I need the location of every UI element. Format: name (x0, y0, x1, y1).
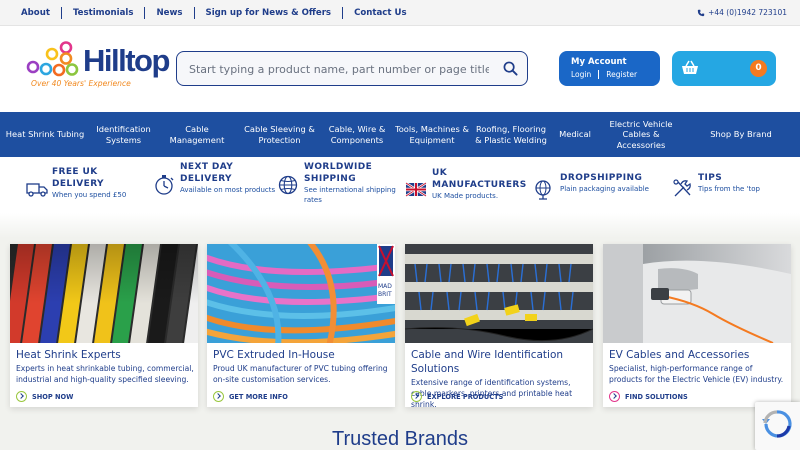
top-link-signup[interactable]: Sign up for News & Offers (195, 7, 344, 19)
arrow-circle-icon (411, 391, 422, 402)
nav-electric-vehicle[interactable]: Electric Vehicle Cables & Accessories (600, 112, 682, 157)
logo-wordmark: Hilltop (83, 43, 170, 78)
ev-charging-image (603, 244, 791, 343)
heat-shrink-image (10, 244, 198, 343)
top-link-testimonials[interactable]: Testimonials (62, 7, 146, 19)
explore-products-link[interactable]: EXPLORE PRODUCTS (411, 391, 503, 402)
logo-tagline: Over 40 Years' Experience (31, 79, 131, 88)
card-link-label: EXPLORE PRODUCTS (427, 392, 504, 401)
trusted-brands-heading: Trusted Brands (332, 428, 468, 450)
svg-text:BRIT: BRIT (378, 291, 392, 298)
basket-count-badge: 0 (750, 60, 767, 77)
delivery-truck-icon (26, 183, 48, 197)
top-bar: About Testimonials News Sign up for News… (0, 0, 800, 26)
feature-card-pvc[interactable]: MAD BRIT PVC Extruded In-House Proud UK … (207, 244, 395, 407)
pin-globe-icon (535, 180, 551, 200)
feature-card-identification[interactable]: Cable and Wire Identification Solutions … (405, 244, 593, 409)
card-description: Experts in heat shrinkable tubing, comme… (16, 364, 194, 384)
nav-roofing-flooring[interactable]: Roofing, Flooring & Plastic Welding (472, 112, 550, 157)
usp-title: NEXT DAY DELIVERY (180, 162, 234, 184)
feature-card-heat-shrink[interactable]: Heat Shrink Experts Experts in heat shri… (10, 244, 198, 407)
svg-text:MAD: MAD (378, 283, 392, 290)
basket-button[interactable]: 0 (672, 51, 776, 86)
phone-number[interactable]: +44 (0)1942 723101 (697, 8, 787, 17)
usp-next-day[interactable]: NEXT DAY DELIVERY Available on most prod… (152, 161, 278, 198)
usp-subtitle: See international shipping rates (304, 186, 396, 204)
usp-worldwide[interactable]: WORLDWIDE SHIPPING See international shi… (276, 161, 404, 205)
nav-heat-shrink-tubing[interactable]: Heat Shrink Tubing (0, 112, 90, 157)
pvc-tubing-image: MAD BRIT (207, 244, 395, 343)
usp-free-delivery[interactable]: FREE UK DELIVERY When you spend £50 (24, 166, 142, 202)
card-title: Cable and Wire Identification Solutions (411, 349, 564, 375)
nav-identification-systems[interactable]: Identification Systems (90, 112, 157, 157)
tips-tools-icon (673, 179, 691, 197)
usp-title: FREE UK DELIVERY (52, 167, 104, 189)
card-description: Proud UK manufacturer of PVC tubing offe… (213, 364, 388, 384)
card-link-label: SHOP NOW (32, 392, 74, 401)
site-logo[interactable]: Hilltop Over 40 Years' Experience (26, 41, 171, 93)
my-account-title: My Account (571, 57, 627, 67)
nav-medical[interactable]: Medical (550, 112, 600, 157)
top-link-about[interactable]: About (10, 7, 62, 19)
top-link-contact[interactable]: Contact Us (343, 7, 418, 19)
wiring-panel-image (405, 244, 593, 343)
usp-subtitle: When you spend £50 (52, 191, 127, 199)
login-link[interactable]: Login (571, 70, 598, 79)
recaptcha-icon (762, 410, 792, 438)
register-link[interactable]: Register (598, 70, 644, 79)
usp-strip: FREE UK DELIVERY When you spend £50 NEXT… (0, 157, 800, 213)
usp-title: UK MANUFACTURERS (432, 168, 527, 190)
arrow-circle-icon (609, 391, 620, 402)
usp-subtitle: Tips from the 'top (698, 185, 760, 193)
main-nav: Heat Shrink Tubing Identification System… (0, 112, 800, 157)
usp-subtitle: Available on most products (180, 186, 276, 194)
shop-now-link[interactable]: SHOP NOW (16, 391, 73, 402)
globe-icon (278, 175, 298, 195)
nav-cable-sleeving[interactable]: Cable Sleeving & Protection (237, 112, 322, 157)
nav-shop-by-brand[interactable]: Shop By Brand (682, 112, 800, 157)
card-link-label: FIND SOLUTIONS (625, 392, 688, 401)
card-description: Specialist, high-performance range of pr… (609, 364, 784, 384)
search-box (176, 51, 528, 86)
usp-subtitle: Plain packaging available (560, 185, 649, 193)
usp-title: WORLDWIDE SHIPPING (304, 162, 373, 184)
usp-tips[interactable]: TIPS Tips from the 'top (670, 172, 788, 202)
top-link-news[interactable]: News (145, 7, 195, 19)
phone-icon (697, 9, 705, 16)
stopwatch-icon (155, 175, 174, 195)
get-more-info-link[interactable]: GET MORE INFO (213, 391, 288, 402)
card-link-label: GET MORE INFO (229, 392, 288, 401)
usp-uk-manufacturers[interactable]: UK MANUFACTURERS UK Made products. (404, 167, 532, 202)
phone-text: +44 (0)1942 723101 (708, 8, 787, 17)
usp-title: DROPSHIPPING (560, 173, 643, 183)
card-title: PVC Extruded In-House (213, 349, 335, 361)
usp-dropshipping[interactable]: DROPSHIPPING Plain packaging available (532, 172, 670, 202)
card-title: EV Cables and Accessories (609, 349, 750, 361)
feature-card-ev[interactable]: EV Cables and Accessories Specialist, hi… (603, 244, 791, 407)
usp-title: TIPS (698, 173, 723, 183)
nav-cable-management[interactable]: Cable Management (157, 112, 237, 157)
arrow-circle-icon (213, 391, 224, 402)
logo-rings-icon (26, 41, 79, 77)
card-title: Heat Shrink Experts (16, 349, 121, 361)
basket-icon (682, 60, 698, 74)
nav-cable-wire-components[interactable]: Cable, Wire & Components (322, 112, 392, 157)
search-input[interactable] (189, 60, 489, 78)
account-links: Login Register (571, 70, 644, 79)
uk-flag-icon (405, 181, 427, 198)
my-account-panel: My Account Login Register (559, 51, 660, 86)
nav-tools-machines[interactable]: Tools, Machines & Equipment (392, 112, 472, 157)
recaptcha-badge[interactable] (755, 402, 800, 450)
top-nav: About Testimonials News Sign up for News… (10, 0, 418, 26)
find-solutions-link[interactable]: FIND SOLUTIONS (609, 391, 688, 402)
search-icon[interactable] (503, 61, 518, 76)
usp-subtitle: UK Made products. (432, 192, 499, 200)
arrow-circle-icon (16, 391, 27, 402)
